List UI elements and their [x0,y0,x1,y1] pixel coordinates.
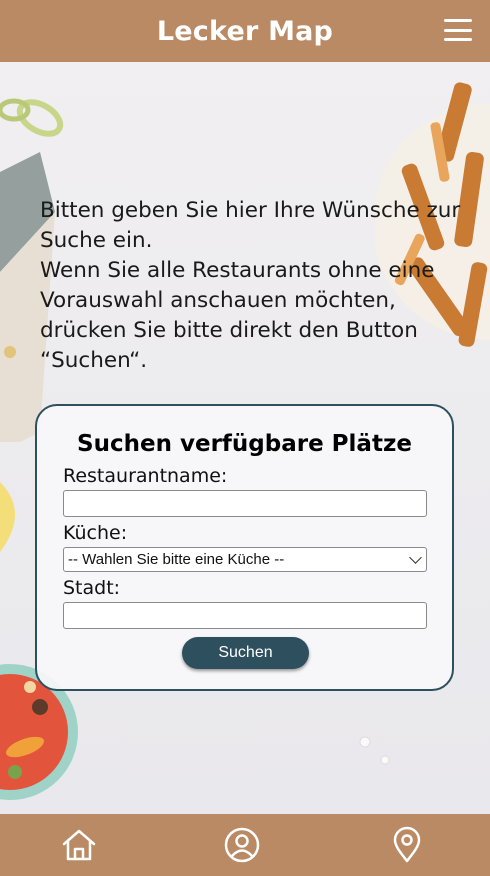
intro-line-2: Wenn Sie alle Restaurants ohne eine Vora… [40,258,435,373]
hamburger-menu-icon[interactable] [444,19,472,41]
cuisine-selected-value: -- Wahlen Sie bitte eine Küche -- [68,551,285,568]
bottom-nav [0,814,490,876]
home-icon[interactable] [60,826,98,864]
search-button[interactable]: Suchen [182,637,309,669]
lemon-decoration [0,482,15,552]
intro-text: Bitten geben Sie hier Ihre Wünsche zur S… [40,196,470,376]
intro-line-1: Bitten geben Sie hier Ihre Wünsche zur S… [40,198,461,253]
profile-icon[interactable] [223,826,261,864]
search-card: Suchen verfügbare Plätze Restaurantname:… [35,404,454,691]
chevron-down-icon [409,551,422,564]
crumbs-decoration [359,736,390,765]
leek-decoration [0,98,64,137]
restaurant-name-input[interactable] [63,490,427,517]
app-title: Lecker Map [156,15,334,47]
city-label: Stadt: [63,577,121,599]
restaurant-name-label: Restaurantname: [63,465,228,487]
cuisine-label: Küche: [63,522,128,544]
city-input[interactable] [63,602,427,629]
search-card-title: Suchen verfügbare Plätze [77,431,412,457]
location-pin-icon[interactable] [388,826,426,864]
app-header: Lecker Map [0,0,490,62]
cuisine-select[interactable]: -- Wahlen Sie bitte eine Küche -- [63,547,427,572]
